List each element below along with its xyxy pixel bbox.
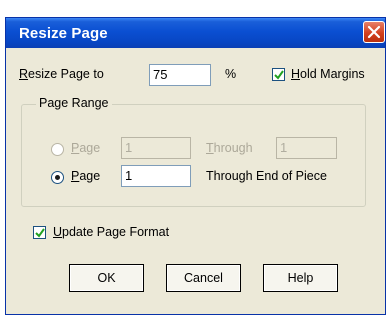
page-range-radio[interactable] xyxy=(51,143,64,156)
close-icon xyxy=(367,25,381,39)
close-button[interactable] xyxy=(363,21,385,43)
page-to-end-label: Page xyxy=(71,169,101,183)
dialog-title: Resize Page xyxy=(19,25,108,42)
radio-selected-dot xyxy=(55,175,60,180)
through-end-label: Through End of Piece xyxy=(206,169,327,183)
page-through-input[interactable]: 1 xyxy=(276,137,337,159)
through-label: Through xyxy=(206,141,253,155)
resize-page-dialog: Resize Page Resize Page to 75 % Hold Mar… xyxy=(5,17,386,315)
help-button[interactable]: Help xyxy=(263,264,338,292)
page-to-end-radio[interactable] xyxy=(51,171,64,184)
resize-percent-input[interactable]: 75 xyxy=(149,64,211,86)
ok-button[interactable]: OK xyxy=(69,264,144,292)
checkmark-icon xyxy=(35,228,45,238)
checkmark-icon xyxy=(274,70,284,80)
hold-margins-label: Hold Margins xyxy=(291,67,365,81)
update-page-format-checkbox[interactable] xyxy=(33,226,46,239)
hold-margins-checkbox[interactable] xyxy=(272,68,285,81)
page-range-label: Page xyxy=(71,141,101,155)
title-bar[interactable]: Resize Page xyxy=(6,18,385,48)
resize-page-label: Resize Page to xyxy=(19,67,104,81)
page-from-input[interactable]: 1 xyxy=(121,137,191,159)
page-range-legend: Page Range xyxy=(36,96,112,110)
update-page-format-label: Update Page Format xyxy=(53,225,170,239)
cancel-button[interactable]: Cancel xyxy=(166,264,241,292)
percent-unit-label: % xyxy=(225,67,237,81)
page-start-input[interactable]: 1 xyxy=(121,165,191,187)
